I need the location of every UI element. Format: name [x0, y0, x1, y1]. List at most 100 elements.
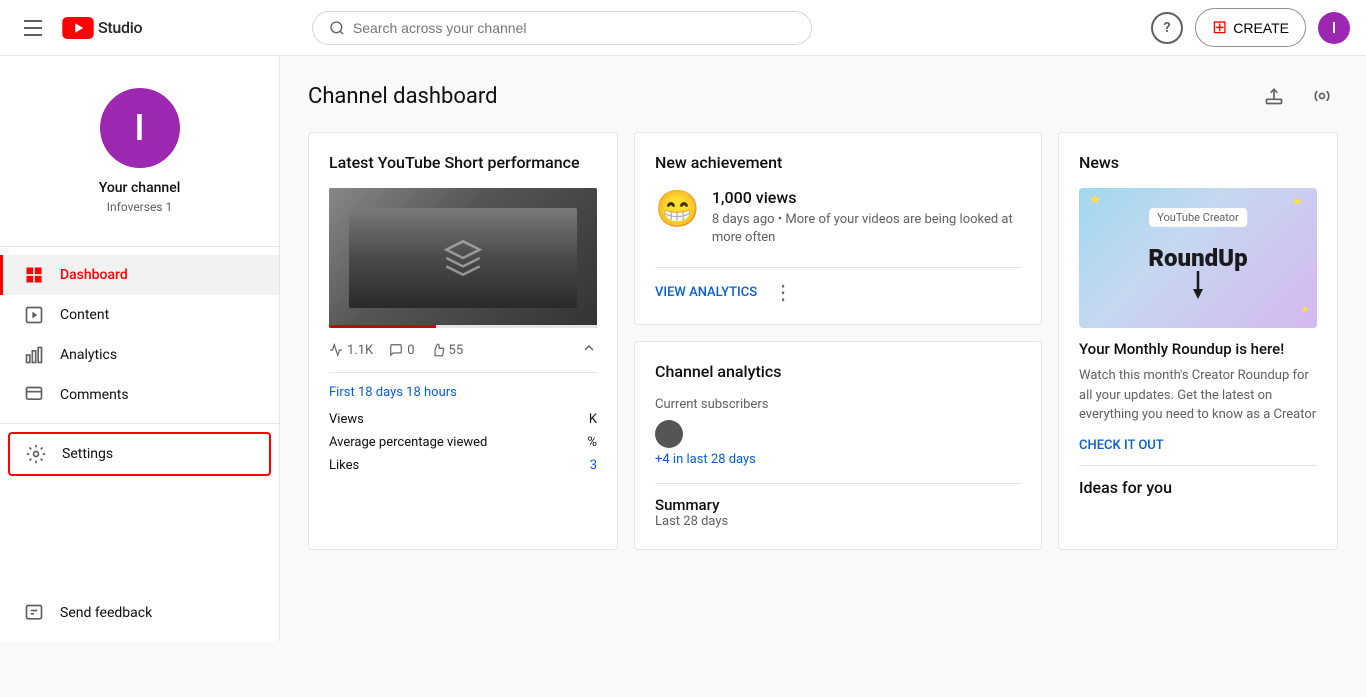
latest-short-title: Latest YouTube Short performance: [329, 153, 597, 172]
search-bar[interactable]: [312, 11, 812, 45]
feedback-icon: [24, 603, 44, 623]
news-body-title: Your Monthly Roundup is here!: [1079, 340, 1317, 358]
progress-fill: [329, 325, 436, 328]
news-card: News YouTube Creator RoundUp: [1058, 132, 1338, 550]
achievement-card: New achievement 😁 1,000 views 8 days ago…: [634, 132, 1042, 325]
thumbnail-image: [329, 188, 597, 328]
create-label: CREATE: [1233, 20, 1289, 36]
content-icon: [24, 305, 44, 325]
help-button[interactable]: ?: [1151, 12, 1183, 44]
dashboard-header: Channel dashboard: [308, 80, 1338, 112]
comments-stat: 0: [389, 343, 414, 358]
cards-row: Latest YouTube Short performance 1.1K: [308, 132, 1338, 550]
news-thumbnail: YouTube Creator RoundUp: [1079, 188, 1317, 328]
sidebar: I Your channel Infoverses 1 Dashboard Co…: [0, 56, 280, 641]
achievement-content: 😁 1,000 views 8 days ago • More of your …: [655, 188, 1021, 247]
perf-avg-label: Average percentage viewed: [329, 435, 487, 450]
logo[interactable]: Studio: [62, 17, 142, 39]
sidebar-divider: [0, 246, 279, 247]
sidebar-item-label: Content: [60, 307, 109, 323]
channel-analytics-title: Channel analytics: [655, 362, 1021, 381]
sidebar-item-settings[interactable]: Settings: [8, 432, 271, 476]
short-stats: 1.1K 0 55: [329, 340, 597, 360]
summary-title: Summary: [655, 496, 1021, 514]
more-button[interactable]: ⋮: [773, 280, 793, 304]
news-title: News: [1079, 153, 1317, 172]
channel-avatar[interactable]: I: [100, 88, 180, 168]
sidebar-item-label: Settings: [62, 446, 113, 462]
milestone-value: 1,000 views: [712, 188, 1021, 207]
menu-button[interactable]: [16, 12, 50, 44]
sidebar-item-label: Comments: [60, 387, 129, 403]
check-out-button[interactable]: CHECK IT OUT: [1079, 438, 1164, 453]
sidebar-item-dashboard[interactable]: Dashboard: [0, 255, 279, 295]
page-title: Channel dashboard: [308, 84, 498, 109]
comments-value: 0: [407, 343, 414, 358]
sidebar-item-label: Send feedback: [60, 605, 152, 621]
news-body-text: Watch this month's Creator Roundup for a…: [1079, 366, 1317, 425]
broadcast-icon[interactable]: [1306, 80, 1338, 112]
create-plus-icon: ⊞: [1212, 17, 1227, 38]
achievement-timing: 8 days ago • More of your videos are bei…: [712, 211, 1021, 247]
studio-label: Studio: [98, 18, 142, 37]
perf-views-label: Views: [329, 412, 364, 427]
channel-analytics-card: Channel analytics Current subscribers +4…: [634, 341, 1042, 550]
achievement-actions: VIEW ANALYTICS ⋮: [655, 267, 1021, 304]
latest-short-card: Latest YouTube Short performance 1.1K: [308, 132, 618, 550]
subscriber-avatar: [655, 420, 683, 448]
channel-subtitle: Infoverses 1: [0, 200, 279, 214]
header-left: Studio: [16, 12, 142, 44]
sidebar-item-comments[interactable]: Comments: [0, 375, 279, 415]
achievement-title: New achievement: [655, 153, 1021, 172]
progress-bar: [329, 325, 597, 328]
settings-icon: [26, 444, 46, 464]
search-input[interactable]: [353, 20, 795, 36]
sidebar-divider-2: [0, 423, 279, 424]
dashboard-actions: [1258, 80, 1338, 112]
perf-views-val: K: [589, 412, 597, 427]
view-analytics-button[interactable]: VIEW ANALYTICS: [655, 285, 757, 300]
create-button[interactable]: ⊞ CREATE: [1195, 8, 1306, 47]
ideas-title: Ideas for you: [1079, 478, 1317, 497]
perf-views-row: Views K: [329, 412, 597, 427]
views-stat: 1.1K: [329, 343, 373, 358]
upload-icon[interactable]: [1258, 80, 1290, 112]
header: Studio ? ⊞ CREATE I: [0, 0, 1366, 56]
summary-sub: Last 28 days: [655, 514, 1021, 529]
sidebar-item-content[interactable]: Content: [0, 295, 279, 335]
perf-avg-val: %: [587, 435, 597, 450]
analytics-section: Current subscribers +4 in last 28 days: [655, 397, 1021, 467]
news-thumb-inner: YouTube Creator RoundUp: [1079, 188, 1317, 328]
achievement-text: 1,000 views 8 days ago • More of your vi…: [712, 188, 1021, 247]
channel-name: Your channel: [0, 180, 279, 196]
achievement-emoji: 😁: [655, 188, 700, 230]
user-avatar[interactable]: I: [1318, 12, 1350, 44]
header-right: ? ⊞ CREATE I: [1151, 8, 1350, 47]
short-thumbnail: [329, 188, 597, 328]
summary-section: Summary Last 28 days: [655, 483, 1021, 529]
sidebar-item-label: Dashboard: [60, 267, 128, 283]
sidebar-item-send-feedback[interactable]: Send feedback: [0, 593, 279, 633]
search-icon: [329, 20, 345, 36]
comments-icon: [24, 385, 44, 405]
active-bar: [0, 255, 3, 295]
perf-likes-row: Likes 3: [329, 458, 597, 473]
perf-period: First 18 days 18 hours: [329, 385, 597, 400]
likes-stat: 55: [431, 343, 464, 358]
analytics-icon: [24, 345, 44, 365]
perf-likes-val: 3: [590, 458, 597, 473]
layout: I Your channel Infoverses 1 Dashboard Co…: [0, 56, 1366, 641]
performance-section: First 18 days 18 hours Views K Average p…: [329, 372, 597, 473]
youtube-icon: [62, 17, 94, 39]
roundup-text: RoundUp: [1148, 244, 1247, 272]
subscribers-label: Current subscribers: [655, 397, 1021, 412]
views-value: 1.1K: [347, 343, 373, 358]
sidebar-item-analytics[interactable]: Analytics: [0, 335, 279, 375]
news-divider: [1079, 465, 1317, 466]
perf-avg-row: Average percentage viewed %: [329, 435, 597, 450]
likes-value: 55: [449, 343, 464, 358]
perf-likes-label: Likes: [329, 458, 359, 473]
main-content: Channel dashboard Latest YouTube Short p…: [280, 56, 1366, 641]
sidebar-item-label: Analytics: [60, 347, 117, 363]
dashboard-icon: [24, 265, 44, 285]
